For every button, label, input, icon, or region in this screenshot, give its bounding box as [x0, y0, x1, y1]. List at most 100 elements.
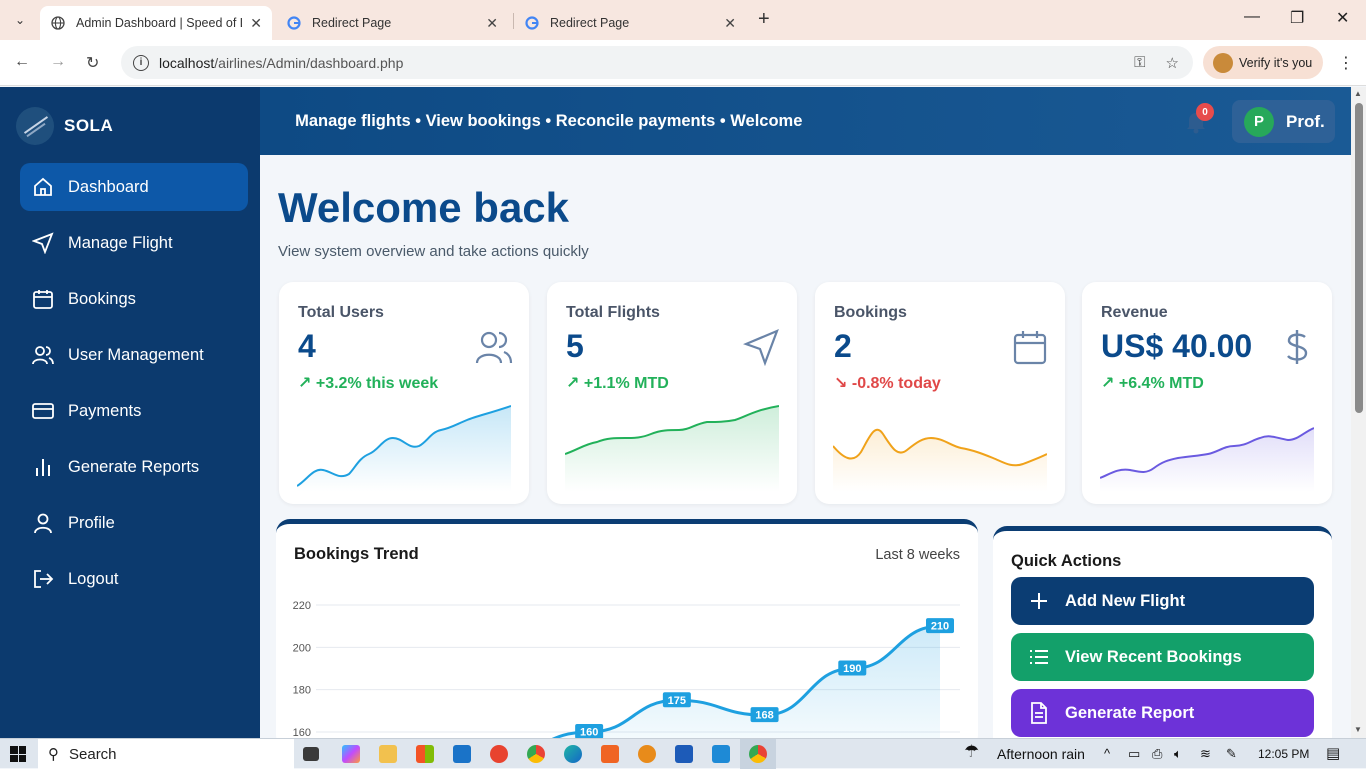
- word-icon[interactable]: [675, 745, 693, 763]
- stat-trend-text: -0.8% today: [851, 375, 941, 392]
- stat-card-flights: Total Flights 5 ↗ +1.1% MTD: [547, 282, 797, 504]
- pen-icon[interactable]: ✎: [1226, 746, 1237, 762]
- page-scrollbar[interactable]: ▲ ▼: [1351, 87, 1366, 738]
- profile-menu-button[interactable]: P Prof.: [1232, 100, 1335, 143]
- sidebar-item-label: Bookings: [68, 289, 136, 308]
- brand-name: SOLA: [64, 116, 114, 135]
- url-host: localhost: [159, 54, 215, 71]
- battery-icon[interactable]: ▭: [1128, 746, 1140, 762]
- scroll-down-icon[interactable]: ▼: [1354, 725, 1362, 734]
- microsoft-store-icon[interactable]: [416, 745, 434, 763]
- stat-trend: ↗ +1.1% MTD: [566, 373, 669, 393]
- site-info-icon[interactable]: i: [133, 54, 149, 71]
- task-view-icon[interactable]: [303, 747, 319, 761]
- edge-icon[interactable]: [564, 745, 582, 763]
- data-label: 190: [843, 663, 861, 675]
- vscode-icon[interactable]: [712, 745, 730, 763]
- url-field[interactable]: i localhost/airlines/Admin/dashboard.php…: [121, 46, 1193, 79]
- y-tick-label: 200: [293, 642, 311, 654]
- close-window-icon[interactable]: ✕: [1336, 8, 1349, 28]
- user-icon: [32, 512, 54, 534]
- forward-icon[interactable]: →: [50, 53, 66, 71]
- wifi-icon[interactable]: ≋: [1200, 746, 1211, 762]
- notifications-icon[interactable]: ▤: [1326, 744, 1340, 762]
- file-explorer-icon[interactable]: [379, 745, 397, 763]
- document-icon: [1029, 702, 1049, 724]
- scrollbar-thumb[interactable]: [1355, 103, 1363, 413]
- verify-button[interactable]: Verify it's you: [1203, 46, 1323, 79]
- y-tick-label: 220: [293, 600, 311, 612]
- profile-name: Prof.: [1286, 111, 1325, 131]
- browser-tab-active[interactable]: Admin Dashboard | Speed of Li ✕: [40, 6, 272, 40]
- button-label: View Recent Bookings: [1065, 647, 1242, 666]
- tab-search-icon[interactable]: ⌄: [8, 9, 32, 31]
- bookmark-star-icon[interactable]: ☆: [1166, 54, 1179, 72]
- app-icon[interactable]: [490, 745, 508, 763]
- sidebar-item-user-management[interactable]: User Management: [20, 331, 248, 379]
- device-icon[interactable]: ⎙: [1152, 746, 1162, 762]
- back-icon[interactable]: ←: [14, 53, 30, 71]
- app-icon[interactable]: [638, 745, 656, 763]
- mail-icon[interactable]: [453, 745, 471, 763]
- brand[interactable]: SOLA: [16, 107, 113, 145]
- clock[interactable]: 12:05 PM: [1258, 747, 1309, 761]
- logo-icon: [16, 107, 54, 145]
- close-tab-icon[interactable]: ✕: [724, 15, 736, 32]
- chevron-up-icon[interactable]: ^: [1104, 746, 1110, 761]
- minimize-icon[interactable]: —: [1244, 8, 1260, 26]
- sidebar-item-label: Profile: [68, 513, 115, 532]
- browser-tab-bar: ⌄ Admin Dashboard | Speed of Li ✕ Redire…: [0, 0, 1366, 40]
- users-icon: [32, 344, 54, 366]
- windows-taskbar: ⚲ Search ☂ Afternoon rain ^ ▭ ⎙ 🔈︎ ≋ ✎ 1…: [0, 738, 1366, 769]
- bar-chart-icon: [32, 456, 54, 478]
- restore-icon[interactable]: ❐: [1290, 8, 1304, 28]
- key-icon[interactable]: ⚿: [1134, 54, 1145, 72]
- globe-icon: [50, 15, 66, 31]
- button-label: Add New Flight: [1065, 591, 1186, 610]
- add-new-flight-button[interactable]: Add New Flight: [1011, 577, 1314, 625]
- xampp-icon[interactable]: [601, 745, 619, 763]
- tab-title: Redirect Page: [312, 16, 392, 30]
- more-menu-icon[interactable]: ⋮: [1338, 53, 1354, 73]
- sidebar-item-label: User Management: [68, 345, 204, 364]
- sidebar-item-label: Payments: [68, 401, 142, 420]
- volume-icon[interactable]: 🔈︎: [1174, 746, 1182, 762]
- trend-down-icon: ↘: [834, 375, 848, 392]
- generate-report-button[interactable]: Generate Report: [1011, 689, 1314, 737]
- sidebar-item-manage-flight[interactable]: Manage Flight: [20, 219, 248, 267]
- sidebar-item-dashboard[interactable]: Dashboard: [20, 163, 248, 211]
- series-area: [501, 626, 940, 749]
- new-tab-icon[interactable]: +: [758, 9, 770, 29]
- sidebar-item-logout[interactable]: Logout: [20, 555, 248, 603]
- weather-icon[interactable]: ☂: [964, 742, 979, 762]
- windows-start-icon[interactable]: [10, 746, 26, 762]
- browser-tab[interactable]: Redirect Page ✕: [276, 6, 508, 40]
- close-tab-icon[interactable]: ✕: [486, 15, 498, 32]
- sidebar-item-profile[interactable]: Profile: [20, 499, 248, 547]
- sidebar-item-bookings[interactable]: Bookings: [20, 275, 248, 323]
- close-tab-icon[interactable]: ✕: [250, 15, 262, 32]
- list-icon: [1029, 647, 1049, 667]
- trend-up-icon: ↗: [566, 375, 580, 392]
- sidebar-item-generate-reports[interactable]: Generate Reports: [20, 443, 248, 491]
- home-icon: [32, 176, 54, 198]
- reload-icon[interactable]: ↻: [86, 53, 99, 73]
- browser-tab[interactable]: Redirect Page ✕: [514, 6, 746, 40]
- copilot-icon[interactable]: [342, 745, 360, 763]
- chrome-icon[interactable]: [749, 745, 767, 763]
- view-recent-bookings-button[interactable]: View Recent Bookings: [1011, 633, 1314, 681]
- users-icon: [475, 328, 513, 366]
- credit-card-icon: [32, 400, 54, 422]
- data-label: 160: [580, 727, 598, 739]
- stat-card-users: Total Users 4 ↗ +3.2% this week: [279, 282, 529, 504]
- search-icon: ⚲: [48, 746, 59, 763]
- scroll-up-icon[interactable]: ▲: [1354, 89, 1362, 98]
- dollar-icon: [1278, 328, 1316, 366]
- trend-up-icon: ↗: [1101, 375, 1115, 392]
- taskbar-search-field[interactable]: ⚲ Search: [38, 739, 294, 769]
- chrome-icon[interactable]: [527, 745, 545, 763]
- plus-icon: [1029, 591, 1049, 611]
- send-icon: [742, 328, 781, 367]
- sidebar-item-payments[interactable]: Payments: [20, 387, 248, 435]
- weather-label[interactable]: Afternoon rain: [997, 746, 1085, 762]
